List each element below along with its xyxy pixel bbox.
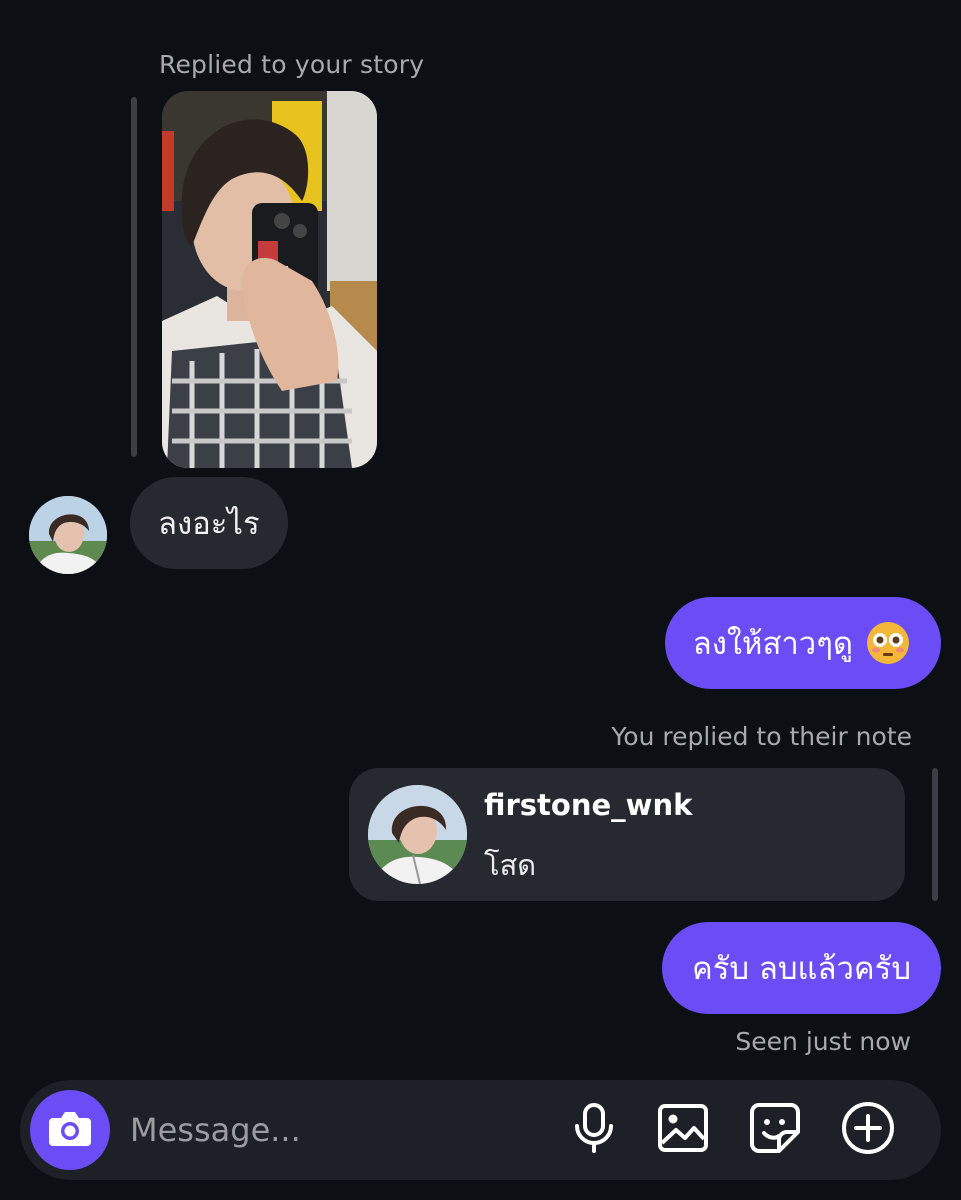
contact-avatar[interactable] bbox=[29, 496, 107, 574]
note-reply-bar bbox=[932, 768, 938, 901]
seen-status: Seen just now bbox=[735, 1027, 911, 1056]
story-reply-bar bbox=[131, 97, 137, 457]
outgoing-message-text: ลงให้สาวๆดู bbox=[692, 626, 853, 662]
incoming-message-text: ลงอะไร bbox=[158, 506, 260, 542]
note-reply-caption: You replied to their note bbox=[611, 722, 912, 751]
note-text: โสด bbox=[484, 848, 537, 882]
story-reply-caption: Replied to your story bbox=[159, 50, 425, 79]
outgoing-message-bubble[interactable]: ลงให้สาวๆดู bbox=[664, 597, 941, 689]
microphone-icon bbox=[572, 1102, 616, 1158]
camera-button[interactable] bbox=[30, 1090, 110, 1170]
note-username[interactable]: firstone_wnk bbox=[484, 788, 692, 822]
gallery-button[interactable] bbox=[655, 1102, 711, 1158]
outgoing-message-text: ครับ ลบแล้วครับ bbox=[691, 951, 911, 987]
sticker-icon bbox=[749, 1102, 801, 1158]
add-button[interactable] bbox=[840, 1102, 896, 1158]
outgoing-message-bubble[interactable]: ครับ ลบแล้วครับ bbox=[661, 922, 941, 1014]
camera-icon bbox=[47, 1108, 93, 1152]
gallery-icon bbox=[657, 1103, 709, 1157]
microphone-button[interactable] bbox=[566, 1102, 622, 1158]
story-thumbnail[interactable] bbox=[162, 91, 377, 468]
sticker-button[interactable] bbox=[747, 1102, 803, 1158]
note-avatar[interactable] bbox=[368, 785, 467, 884]
add-icon bbox=[841, 1101, 895, 1159]
flushed-face-emoji-icon bbox=[867, 622, 909, 664]
incoming-message-bubble[interactable]: ลงอะไร bbox=[130, 477, 288, 569]
message-input[interactable] bbox=[130, 1107, 550, 1153]
